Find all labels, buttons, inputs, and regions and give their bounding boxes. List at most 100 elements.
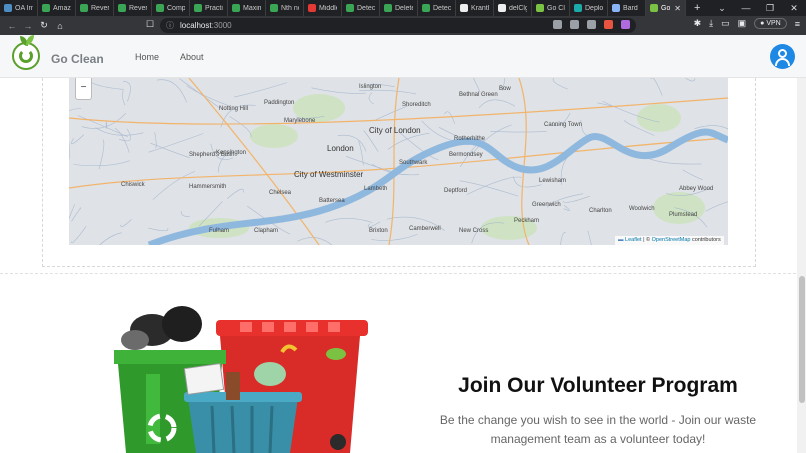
tab-favicon-icon [194,4,202,12]
blue-bin-rim [184,392,302,402]
maximize-icon[interactable]: ❐ [758,3,782,14]
tab-favicon-icon [156,4,164,12]
leaflet-link[interactable]: Leaflet [625,237,642,243]
map-place-label: Battersea [319,198,345,204]
browser-tab[interactable]: Revers [76,0,114,16]
browser-tab[interactable]: Compu [152,0,190,16]
map-place-label: Clapham [254,228,279,234]
lid-slot [306,322,318,332]
browser-tab[interactable]: Detect [418,0,456,16]
green-bin-lid [114,350,226,364]
browser-tab[interactable]: Practic [190,0,228,16]
site-info-icon[interactable]: ⓘ [166,20,174,31]
tab-label: Bard [623,4,638,12]
forward-icon[interactable]: → [20,21,36,31]
browser-tab[interactable]: Nth no [266,0,304,16]
tab-favicon-icon [270,4,278,12]
browser-tab[interactable]: Revers [114,0,152,16]
menu-icon[interactable]: ≡ [795,19,800,29]
browser-tab[interactable]: Kranth [456,0,494,16]
map-place-label: New Cross [459,228,489,234]
user-avatar[interactable] [770,44,795,69]
main-nav: Home About [135,52,204,62]
zoom-out-button[interactable]: − [75,78,92,100]
tab-label: Compu [167,4,185,12]
blue-bin [188,398,298,453]
tab-label: Go [661,4,671,12]
go-clean-logo[interactable] [12,35,40,70]
browser-tab[interactable]: Delete [380,0,418,16]
download-icon[interactable]: ⤓ [709,18,713,29]
map-view[interactable]: Notting Hill Paddington Marylebone Islingto… [69,78,728,245]
map-place-label: Brixton [369,228,388,234]
garbage-bag-icon [121,330,149,350]
back-icon[interactable]: ← [4,21,20,31]
tab-search-icon[interactable]: ⌄ [710,3,734,14]
minimize-icon[interactable]: — [734,3,758,13]
blocked-icon[interactable] [553,20,562,29]
browser-tab[interactable]: Detect [342,0,380,16]
osm-link[interactable]: OpenStreetMap [652,237,691,243]
rewards-icon[interactable] [621,20,630,29]
tab-label: Kranth [471,4,489,12]
reload-icon[interactable]: ↻ [36,20,52,31]
brand-name[interactable]: Go Clean [51,52,104,66]
brave-shield-icon[interactable] [604,20,613,29]
close-tab-icon[interactable]: ✕ [674,4,681,13]
user-icon-body [775,58,790,66]
url-action-icons [553,20,630,29]
scrollbar-thumb[interactable] [799,276,805,403]
toolbar-right: ✱ ⤓ ▭ ▣ ● VPN ≡ [694,18,800,29]
browser-tab[interactable]: Bard [608,0,646,16]
home-icon[interactable]: ⌂ [52,21,68,31]
tab-label: Delete [395,4,413,12]
nav-home[interactable]: Home [135,52,159,62]
tab-favicon-icon [42,4,50,12]
browser-tab[interactable]: Amazn [38,0,76,16]
map-place-label: Bermondsey [449,152,483,158]
tab-label: Nth no [281,4,299,12]
extensions-icon[interactable]: ✱ [694,18,702,29]
map-attribution: ▬ Leaflet | © OpenStreetMap contributors [615,236,724,245]
browser-tab[interactable]: OA Imp [0,0,38,16]
tab-favicon-icon [4,4,12,12]
map-place-label: Greenwich [532,202,561,208]
wallet-icon[interactable]: ▣ [738,18,747,29]
map-place-label: City of London [369,126,421,135]
tab-favicon-icon [80,4,88,12]
map-place-label: Charlton [589,208,612,214]
close-window-icon[interactable]: ✕ [782,3,806,14]
browser-tab[interactable]: Middle [304,0,342,16]
tab-favicon-icon [536,4,544,12]
tab-label: Revers [129,4,147,12]
apple-core-icon [326,348,346,360]
tab-favicon-icon [232,4,240,12]
map-place-label: Rotherhithe [454,136,486,142]
map-place-label: Peckham [514,218,540,224]
garbage-bag-icon [162,306,202,342]
browser-tab[interactable]: Go Cle [532,0,570,16]
browser-tab[interactable]: Go ✕ [646,0,686,16]
new-tab-icon[interactable]: + [694,2,700,14]
sidebar-icon[interactable]: ▭ [721,18,730,29]
map-place-label: Bethnal Green [459,92,498,98]
tab-label: Detect [357,4,375,12]
window-controls: ⌄ — ❐ ✕ [710,0,806,16]
share-icon[interactable] [570,20,579,29]
newspaper-icon [183,363,225,395]
browser-tab[interactable]: Maxim [228,0,266,16]
browser-tab[interactable]: delClg [494,0,532,16]
plastic-bottle-icon [254,362,286,386]
map-place-label: Lambeth [364,186,388,192]
browser-tab[interactable]: Deploy [570,0,608,16]
map-place-label: Abbey Wood [679,186,714,192]
nav-about[interactable]: About [180,52,204,62]
url-field[interactable]: ⓘ localhost :3000 [160,18,636,33]
bookmark-icon[interactable]: ☐ [146,19,154,30]
tab-label: Deploy [585,4,603,12]
star-icon[interactable] [587,20,596,29]
tab-favicon-icon [384,4,392,12]
map-place-label: Camberwell [409,226,441,232]
address-bar: ← → ↻ ⌂ ☐ ⓘ localhost :3000 ✱ ⤓ ▭ ▣ ● VP… [0,16,806,35]
vpn-button[interactable]: ● VPN [754,18,787,29]
